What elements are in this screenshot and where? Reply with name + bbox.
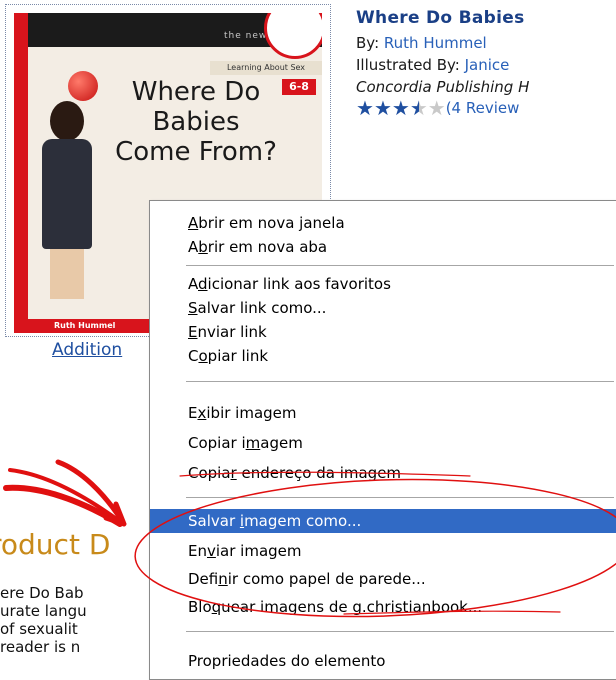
- menu-item-set-as-wallpaper[interactable]: Definir como papel de parede...: [150, 567, 616, 591]
- illustrator-link[interactable]: Janice: [465, 56, 510, 74]
- star-icon: ★: [391, 96, 410, 120]
- red-arrow-head: [55, 459, 127, 527]
- empty-star-icon: ★: [427, 96, 446, 120]
- author-line: By: Ruth Hummel: [356, 34, 487, 52]
- menu-item-view-image[interactable]: Exibir imagem: [150, 401, 616, 425]
- additional-images-link[interactable]: Addition: [52, 340, 122, 360]
- cover-learning-text: Learning About Sex: [210, 61, 322, 75]
- reviews-link[interactable]: (4 Review: [446, 99, 520, 117]
- product-description: ere Do Bab urate langu of sexualit reade…: [0, 584, 87, 656]
- menu-item-block-images[interactable]: Bloquear imagens de g.christianbook...: [150, 595, 616, 619]
- menu-item-copy-image[interactable]: Copiar imagem: [150, 431, 616, 455]
- menu-item-send-link[interactable]: Enviar link: [150, 320, 616, 344]
- book-title[interactable]: Where Do Babies: [356, 8, 525, 28]
- menu-item-bookmark-link[interactable]: Adicionar link aos favoritos: [150, 272, 616, 296]
- author-link[interactable]: Ruth Hummel: [384, 34, 487, 52]
- menu-item-send-image[interactable]: Enviar imagem: [150, 539, 616, 563]
- menu-item-open-new-window[interactable]: Abrir em nova janela: [150, 211, 616, 235]
- half-star-icon: ★: [409, 96, 428, 120]
- star-icon: ★: [373, 96, 392, 120]
- menu-item-copy-link[interactable]: Copiar link: [150, 344, 616, 368]
- red-arrow-annotation: [3, 484, 123, 527]
- ball-illustration: [68, 71, 98, 101]
- cover-badge: [264, 13, 322, 59]
- publisher[interactable]: Concordia Publishing H: [356, 78, 529, 96]
- child-illustration: [36, 101, 98, 301]
- red-arrow-stroke: [8, 468, 120, 522]
- menu-separator: [186, 265, 614, 266]
- cover-series-text: the new: [224, 31, 268, 41]
- menu-item-save-image-as[interactable]: Salvar imagem como...: [150, 509, 616, 533]
- menu-item-save-link-as[interactable]: Salvar link como...: [150, 296, 616, 320]
- cover-author: Ruth Hummel: [54, 321, 116, 330]
- illustrator-line: Illustrated By: Janice: [356, 56, 510, 74]
- context-menu: Abrir em nova janela Abrir em nova aba A…: [149, 200, 616, 680]
- menu-separator: [186, 631, 614, 632]
- menu-item-copy-image-address[interactable]: Copiar endereço da imagem: [150, 461, 616, 485]
- menu-separator: [186, 497, 614, 498]
- menu-item-element-properties[interactable]: Propriedades do elemento: [150, 649, 616, 673]
- menu-separator: [186, 381, 614, 382]
- menu-item-open-new-tab[interactable]: Abrir em nova aba: [150, 235, 616, 259]
- cover-title: Where Do Babies Come From?: [115, 77, 277, 167]
- product-details-heading: roduct D: [0, 528, 111, 561]
- rating-stars: ★★★★★(4 Review: [356, 96, 519, 120]
- star-icon: ★: [356, 96, 374, 120]
